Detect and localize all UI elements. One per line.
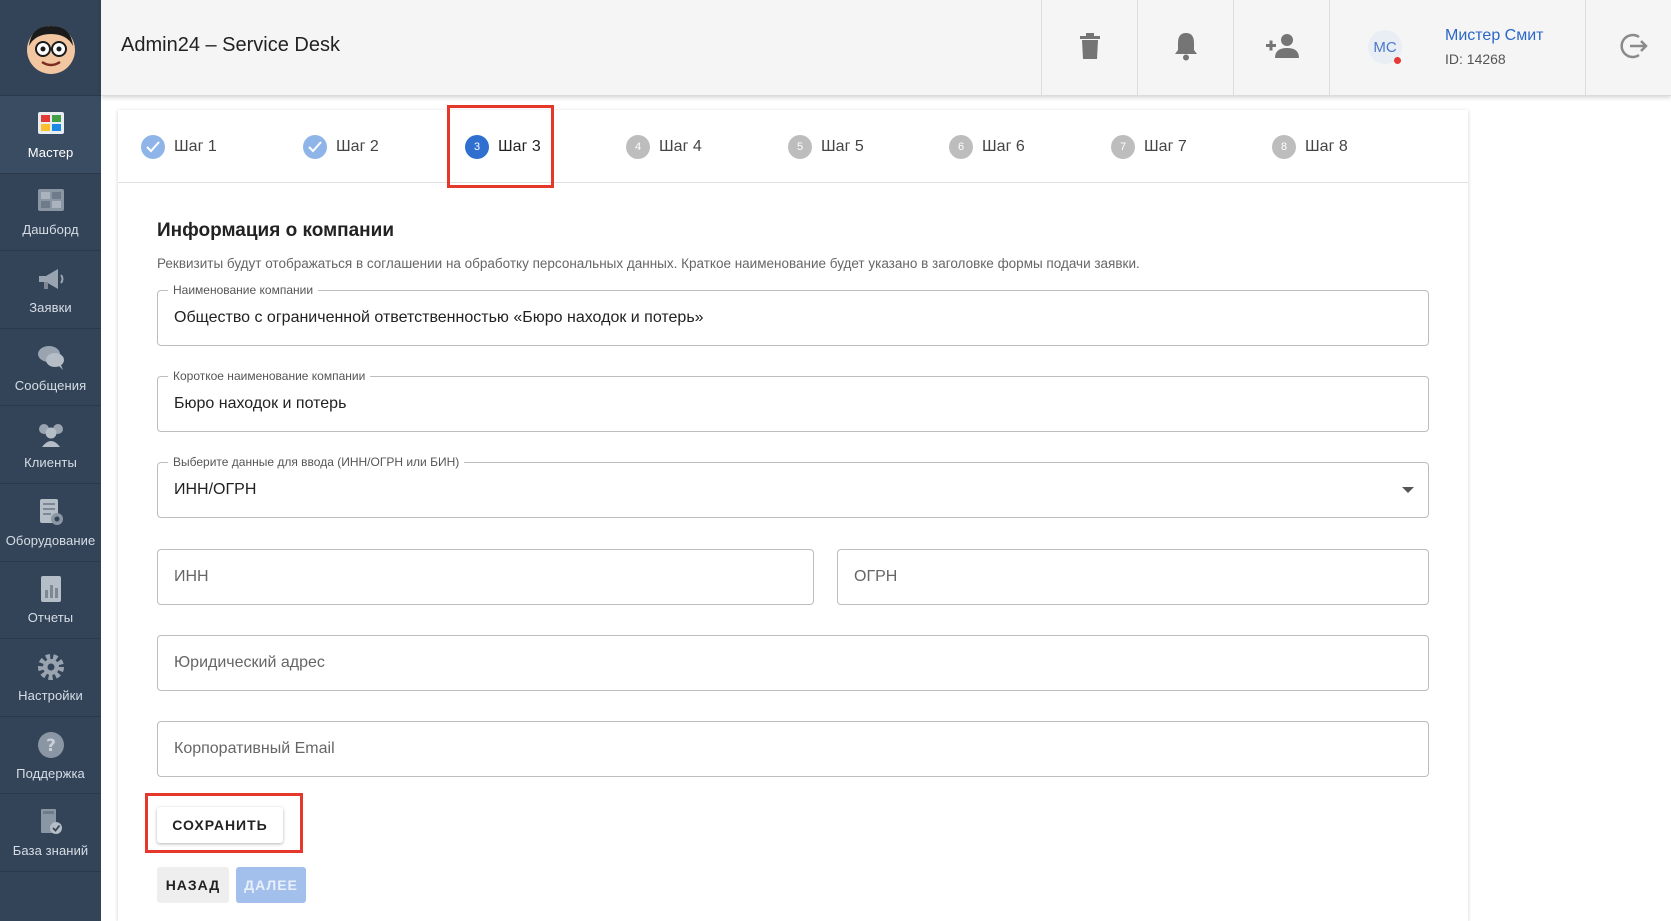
help-icon: ? [36, 730, 66, 760]
step-number: 5 [788, 135, 812, 159]
app-title: Admin24 – Service Desk [121, 34, 340, 56]
step-label: Шаг 6 [982, 138, 1025, 155]
back-button[interactable]: НАЗАД [157, 867, 229, 903]
field-placeholder: ИНН [174, 568, 209, 585]
step-label: Шаг 8 [1305, 138, 1348, 155]
field-label: Наименование компании [168, 283, 319, 297]
ogrn-field[interactable]: ОГРН [837, 549, 1429, 605]
sidebar-item-label: Клиенты [24, 455, 77, 471]
sidebar-item-master[interactable]: Мастер [0, 96, 101, 174]
equipment-icon [36, 497, 66, 527]
stepper: Шаг 1 Шаг 2 3 Шаг 3 4 Шаг 4 5 Шаг 5 6 Ша… [118, 110, 1468, 183]
short-name-field[interactable]: Короткое наименование компании Бюро нахо… [157, 369, 1429, 432]
sidebar-item-equipment[interactable]: Оборудование [0, 484, 101, 562]
chevron-down-icon [1402, 487, 1414, 493]
legal-address-field[interactable]: Юридический адрес [157, 635, 1429, 691]
field-label: Короткое наименование компании [168, 369, 371, 383]
sidebar-item-label: Сообщения [14, 377, 87, 393]
company-name-field[interactable]: Наименование компании Общество с огранич… [157, 283, 1429, 346]
field-placeholder: Юридический адрес [174, 654, 325, 671]
step-label: Шаг 5 [821, 138, 864, 155]
inn-field[interactable]: ИНН [157, 549, 814, 605]
next-button[interactable]: ДАЛЕЕ [236, 867, 306, 903]
clients-icon [36, 419, 66, 449]
avatar-logo-icon [26, 25, 75, 74]
sidebar-item-reports[interactable]: Отчеты [0, 562, 101, 640]
bell-icon [1173, 31, 1199, 66]
sidebar-item-dashboard[interactable]: Дашборд [0, 174, 101, 252]
logo[interactable] [0, 0, 101, 96]
wizard-icon [36, 109, 66, 139]
section-title: Информация о компании [157, 220, 394, 241]
check-icon [141, 135, 165, 159]
sidebar: Мастер Дашборд Заявки Сообщения Клиенты … [0, 0, 101, 921]
sidebar-item-label: Отчеты [27, 610, 74, 626]
sidebar-item-label: Настройки [18, 687, 83, 703]
step-label: Шаг 1 [174, 138, 217, 155]
check-icon [303, 135, 327, 159]
sidebar-item-label: Мастер [27, 144, 74, 160]
section-description: Реквизиты будут отображаться в соглашени… [157, 256, 1140, 271]
field-value: Бюро находок и потерь [174, 395, 347, 412]
gear-icon [36, 652, 66, 682]
chat-icon [36, 342, 66, 372]
step-number: 6 [949, 135, 973, 159]
corporate-email-field[interactable]: Корпоративный Email [157, 721, 1429, 777]
logout-button[interactable] [1585, 0, 1671, 96]
step-number: 7 [1111, 135, 1135, 159]
step-number: 4 [626, 135, 650, 159]
step-label: Шаг 4 [659, 138, 702, 155]
notifications-button[interactable] [1137, 0, 1233, 96]
sidebar-item-label: Заявки [29, 299, 72, 315]
sidebar-item-requests[interactable]: Заявки [0, 251, 101, 329]
step-label: Шаг 7 [1144, 138, 1187, 155]
field-value: ИНН/ОГРН [174, 481, 257, 498]
step-4[interactable]: 4 Шаг 4 [626, 135, 702, 159]
sidebar-item-support[interactable]: ? Поддержка [0, 717, 101, 795]
knowledge-base-icon [36, 807, 66, 837]
step-2[interactable]: Шаг 2 [303, 135, 379, 159]
field-placeholder: Корпоративный Email [174, 740, 335, 757]
trash-icon [1079, 32, 1101, 64]
sidebar-item-clients[interactable]: Клиенты [0, 406, 101, 484]
add-user-button[interactable] [1233, 0, 1329, 96]
sidebar-item-label: Оборудование [5, 532, 96, 548]
sidebar-item-label: Поддержка [16, 765, 85, 781]
sidebar-item-label: Дашборд [22, 222, 79, 238]
step-number: 8 [1272, 135, 1296, 159]
sidebar-item-messages[interactable]: Сообщения [0, 329, 101, 407]
step-label: Шаг 2 [336, 138, 379, 155]
step-8[interactable]: 8 Шаг 8 [1272, 135, 1348, 159]
step-1[interactable]: Шаг 1 [141, 135, 217, 159]
megaphone-icon [36, 264, 66, 294]
reports-icon [36, 574, 66, 604]
top-header: Admin24 – Service Desk МС Мистер Смит ID… [101, 0, 1671, 96]
user-name[interactable]: Мистер Смит [1445, 27, 1543, 45]
status-dot [1394, 57, 1401, 64]
trash-button[interactable] [1041, 0, 1137, 96]
add-user-icon [1265, 33, 1299, 64]
step-3-highlight [447, 105, 554, 188]
user-id: ID: 14268 [1445, 51, 1506, 67]
sidebar-item-knowledge-base[interactable]: База знаний [0, 794, 101, 872]
field-value: Общество с ограниченной ответственностью… [174, 309, 704, 326]
id-type-select[interactable]: Выберите данные для ввода (ИНН/ОГРН или … [157, 455, 1429, 518]
step-5[interactable]: 5 Шаг 5 [788, 135, 864, 159]
user-profile[interactable]: МС Мистер Смит ID: 14268 [1329, 0, 1585, 96]
field-placeholder: ОГРН [854, 568, 898, 585]
logout-icon [1619, 31, 1649, 66]
save-button-highlight [145, 793, 303, 853]
svg-text:?: ? [46, 736, 56, 756]
step-7[interactable]: 7 Шаг 7 [1111, 135, 1187, 159]
sidebar-item-settings[interactable]: Настройки [0, 639, 101, 717]
wizard-card: Шаг 1 Шаг 2 3 Шаг 3 4 Шаг 4 5 Шаг 5 6 Ша… [118, 110, 1468, 921]
field-label: Выберите данные для ввода (ИНН/ОГРН или … [168, 455, 465, 469]
step-6[interactable]: 6 Шаг 6 [949, 135, 1025, 159]
sidebar-item-label: База знаний [12, 843, 89, 859]
dashboard-icon [36, 186, 66, 216]
